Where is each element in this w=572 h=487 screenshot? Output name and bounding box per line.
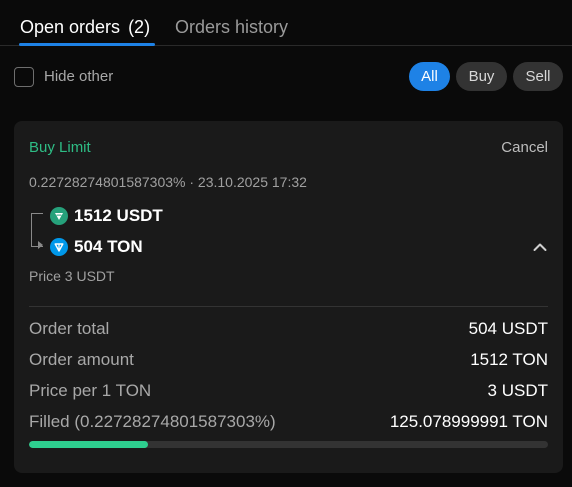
detail-value: 1512 TON [470, 350, 548, 369]
hide-other-label: Hide other [44, 68, 114, 85]
filled-progress-fill [29, 441, 149, 448]
divider [29, 306, 548, 307]
swap-arrow-icon [38, 241, 43, 249]
active-tab-indicator [19, 43, 155, 46]
detail-label: Order amount [29, 350, 134, 369]
detail-value: 3 USDT [487, 381, 548, 400]
tab-open-orders-count: (2) [128, 17, 151, 37]
orders-tabs: Open orders (2) Orders history [0, 0, 572, 46]
order-card: Buy Limit Cancel 0.22728274801587303% · … [14, 121, 563, 473]
filled-progress-bar [29, 441, 548, 448]
filter-row: Hide other All Buy Sell [0, 60, 572, 92]
filter-buy-button[interactable]: Buy [456, 62, 507, 91]
order-meta: 0.22728274801587303% · 23.10.2025 17:32 [29, 174, 307, 190]
detail-row-filled: Filled (0.22728274801587303%) 125.078999… [29, 411, 548, 433]
filter-sell-button[interactable]: Sell [513, 62, 563, 91]
cancel-order-button[interactable]: Cancel [501, 139, 548, 157]
order-type: Buy Limit [29, 139, 91, 156]
detail-row-order-amount: Order amount 1512 TON [29, 349, 548, 371]
detail-value: 125.078999991 TON [389, 412, 548, 431]
chevron-up-icon[interactable] [531, 238, 549, 256]
usdt-icon [50, 207, 68, 225]
detail-value: 504 USDT [468, 319, 548, 338]
detail-label: Order total [29, 319, 110, 338]
tab-open-orders-label: Open orders [20, 17, 121, 37]
from-amount: 1512 USDT [74, 206, 163, 225]
tab-orders-history[interactable]: Orders history [175, 16, 288, 38]
detail-label: Filled (0.22728274801587303%) [29, 412, 276, 431]
tab-open-orders[interactable]: Open orders (2) [20, 16, 150, 38]
detail-row-order-total: Order total 504 USDT [29, 318, 548, 340]
price-summary: Price 3 USDT [29, 268, 115, 284]
ton-icon [50, 238, 68, 256]
detail-label: Price per 1 TON [29, 381, 152, 400]
hide-other-checkbox[interactable] [14, 67, 34, 87]
to-amount: 504 TON [74, 237, 143, 256]
filter-all-button[interactable]: All [409, 62, 450, 91]
detail-row-price-per-unit: Price per 1 TON 3 USDT [29, 380, 548, 402]
